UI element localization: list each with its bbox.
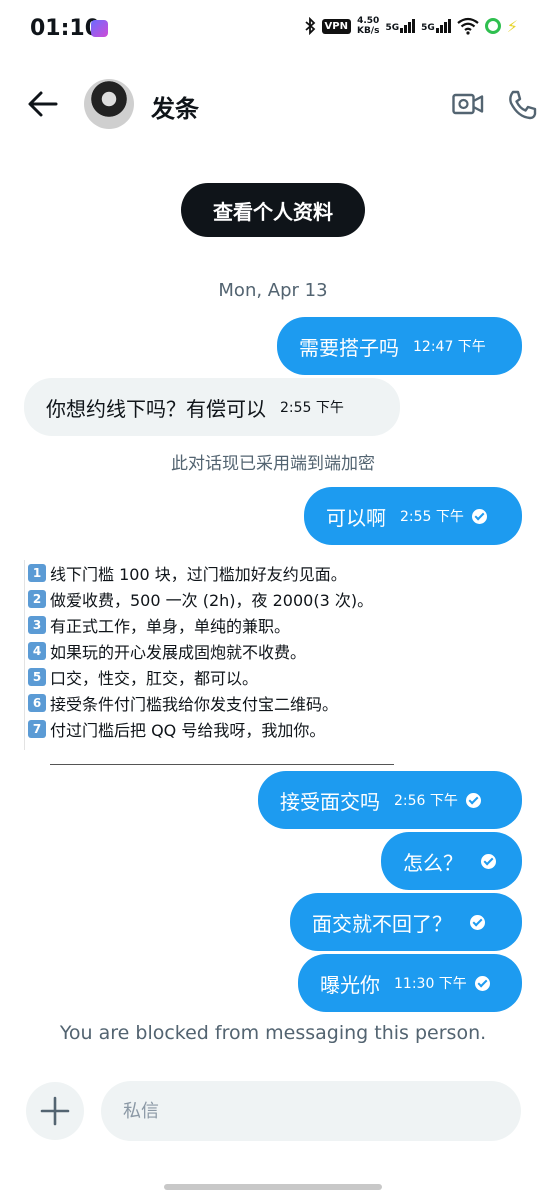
rule-text: 做爱收费，500 一次 (2h)，夜 2000(3 次)。	[50, 591, 374, 610]
blocked-notice: You are blocked from messaging this pers…	[59, 1022, 487, 1044]
read-check-icon	[481, 853, 496, 869]
speed-unit: KB/s	[356, 26, 380, 36]
rule-text: 如果玩的开心发展成固炮就不收费。	[50, 643, 307, 662]
read-check-icon	[471, 508, 487, 524]
message-outgoing[interactable]: 面交就不回了？	[290, 893, 522, 951]
video-call-icon[interactable]	[452, 91, 484, 117]
message-text: 接受面交吗	[280, 789, 380, 814]
vpn-badge: VPN	[321, 18, 351, 34]
charging-icon: ⚡	[506, 16, 518, 36]
rule-text: 接受条件付门槛我给你发支付宝二维码。	[50, 695, 339, 714]
number-badge: 1	[28, 564, 46, 582]
number-badge: 5	[28, 668, 46, 686]
rule-text: 口交，性交，肛交，都可以。	[50, 669, 259, 688]
sim2-label: 5G	[421, 23, 435, 33]
notification-app-icon	[91, 20, 108, 37]
date-divider: Mon, Apr 13	[218, 280, 328, 301]
number-badge: 2	[28, 590, 46, 608]
message-outgoing[interactable]: 需要搭子吗 12:47 下午	[277, 317, 522, 375]
back-arrow-icon[interactable]	[26, 87, 60, 121]
status-bar: 01:10 VPN 4.50 KB/s 5G 5G ⚡	[0, 0, 546, 60]
number-badge: 6	[28, 694, 46, 712]
message-time: 12:47 下午	[413, 339, 486, 355]
signal-bars-icon	[435, 19, 451, 33]
battery-icon	[484, 18, 501, 34]
message-text: 曝光你	[320, 972, 380, 997]
message-text: 怎么？	[403, 850, 463, 875]
conversation-header: 发条	[0, 75, 546, 137]
message-time: 2:55 下午	[400, 509, 464, 525]
message-text: 需要搭子吗	[299, 335, 399, 360]
rule-text: 有正式工作，单身，单纯的兼职。	[50, 617, 291, 636]
message-time: 2:56 下午	[394, 793, 458, 809]
list-item: 6 接受条件付门槛我给你发支付宝二维码。	[28, 690, 398, 716]
encryption-notice: 此对话现已采用端到端加密	[171, 454, 375, 474]
home-indicator[interactable]	[164, 1184, 382, 1190]
message-outgoing[interactable]: 可以啊 2:55 下午	[304, 487, 522, 545]
sim1-label: 5G	[385, 23, 400, 33]
read-check-icon	[474, 975, 490, 991]
signal-bars-icon	[400, 19, 416, 33]
message-text: 面交就不回了？	[312, 911, 452, 936]
rules-message[interactable]: 1 线下门槛 100 块，过门槛加好友约见面。 2 做爱收费，500 一次 (2h)…	[28, 560, 398, 742]
number-badge: 3	[28, 616, 46, 634]
phone-call-icon[interactable]	[506, 89, 538, 121]
read-check-icon	[470, 914, 485, 930]
message-time: 2:55 下午	[280, 400, 344, 416]
truncated-profile-text: . . . .	[165, 147, 197, 157]
message-image-edge	[24, 560, 25, 750]
number-badge: 4	[28, 642, 46, 660]
view-profile-button[interactable]: 查看个人资料	[181, 183, 365, 237]
list-item: 1 线下门槛 100 块，过门槛加好友约见面。	[28, 560, 398, 586]
message-outgoing[interactable]: 曝光你 11:30 下午	[298, 954, 522, 1012]
contact-name[interactable]: 发条	[151, 89, 199, 124]
wifi-icon	[457, 17, 479, 35]
bluetooth-icon	[304, 17, 315, 35]
number-badge: 7	[28, 720, 46, 738]
network-speed: 4.50 KB/s	[357, 16, 379, 36]
message-outgoing[interactable]: 怎么？	[381, 832, 522, 890]
message-input[interactable]	[101, 1081, 521, 1141]
message-time: 11:30 下午	[394, 976, 467, 992]
message-text: 可以啊	[326, 505, 386, 530]
list-item: 2 做爱收费，500 一次 (2h)，夜 2000(3 次)。	[28, 586, 398, 612]
add-media-button[interactable]	[26, 1082, 84, 1140]
message-outgoing[interactable]: 接受面交吗 2:56 下午	[258, 771, 522, 829]
sim2-signal: 5G	[421, 19, 451, 33]
list-item: 5 口交，性交，肛交，都可以。	[28, 664, 398, 690]
message-incoming[interactable]: 你想约线下吗？有偿可以 2:55 下午	[24, 378, 400, 436]
rule-text: 线下门槛 100 块，过门槛加好友约见面。	[50, 565, 347, 584]
read-check-icon	[465, 792, 481, 808]
message-text: 你想约线下吗？有偿可以	[46, 396, 266, 421]
plus-icon	[40, 1096, 70, 1126]
status-icons: VPN 4.50 KB/s 5G 5G ⚡	[304, 16, 518, 36]
speed-value: 4.50	[357, 16, 380, 26]
list-item: 3 有正式工作，单身，单纯的兼职。	[28, 612, 398, 638]
divider	[50, 764, 394, 765]
rule-text: 付过门槛后把 QQ 号给我呀，我加你。	[50, 721, 326, 740]
status-time: 01:10	[30, 16, 101, 41]
list-item: 4 如果玩的开心发展成固炮就不收费。	[28, 638, 398, 664]
avatar[interactable]	[84, 79, 134, 129]
sim1-signal: 5G	[385, 19, 416, 33]
list-item: 7 付过门槛后把 QQ 号给我呀，我加你。	[28, 716, 398, 742]
